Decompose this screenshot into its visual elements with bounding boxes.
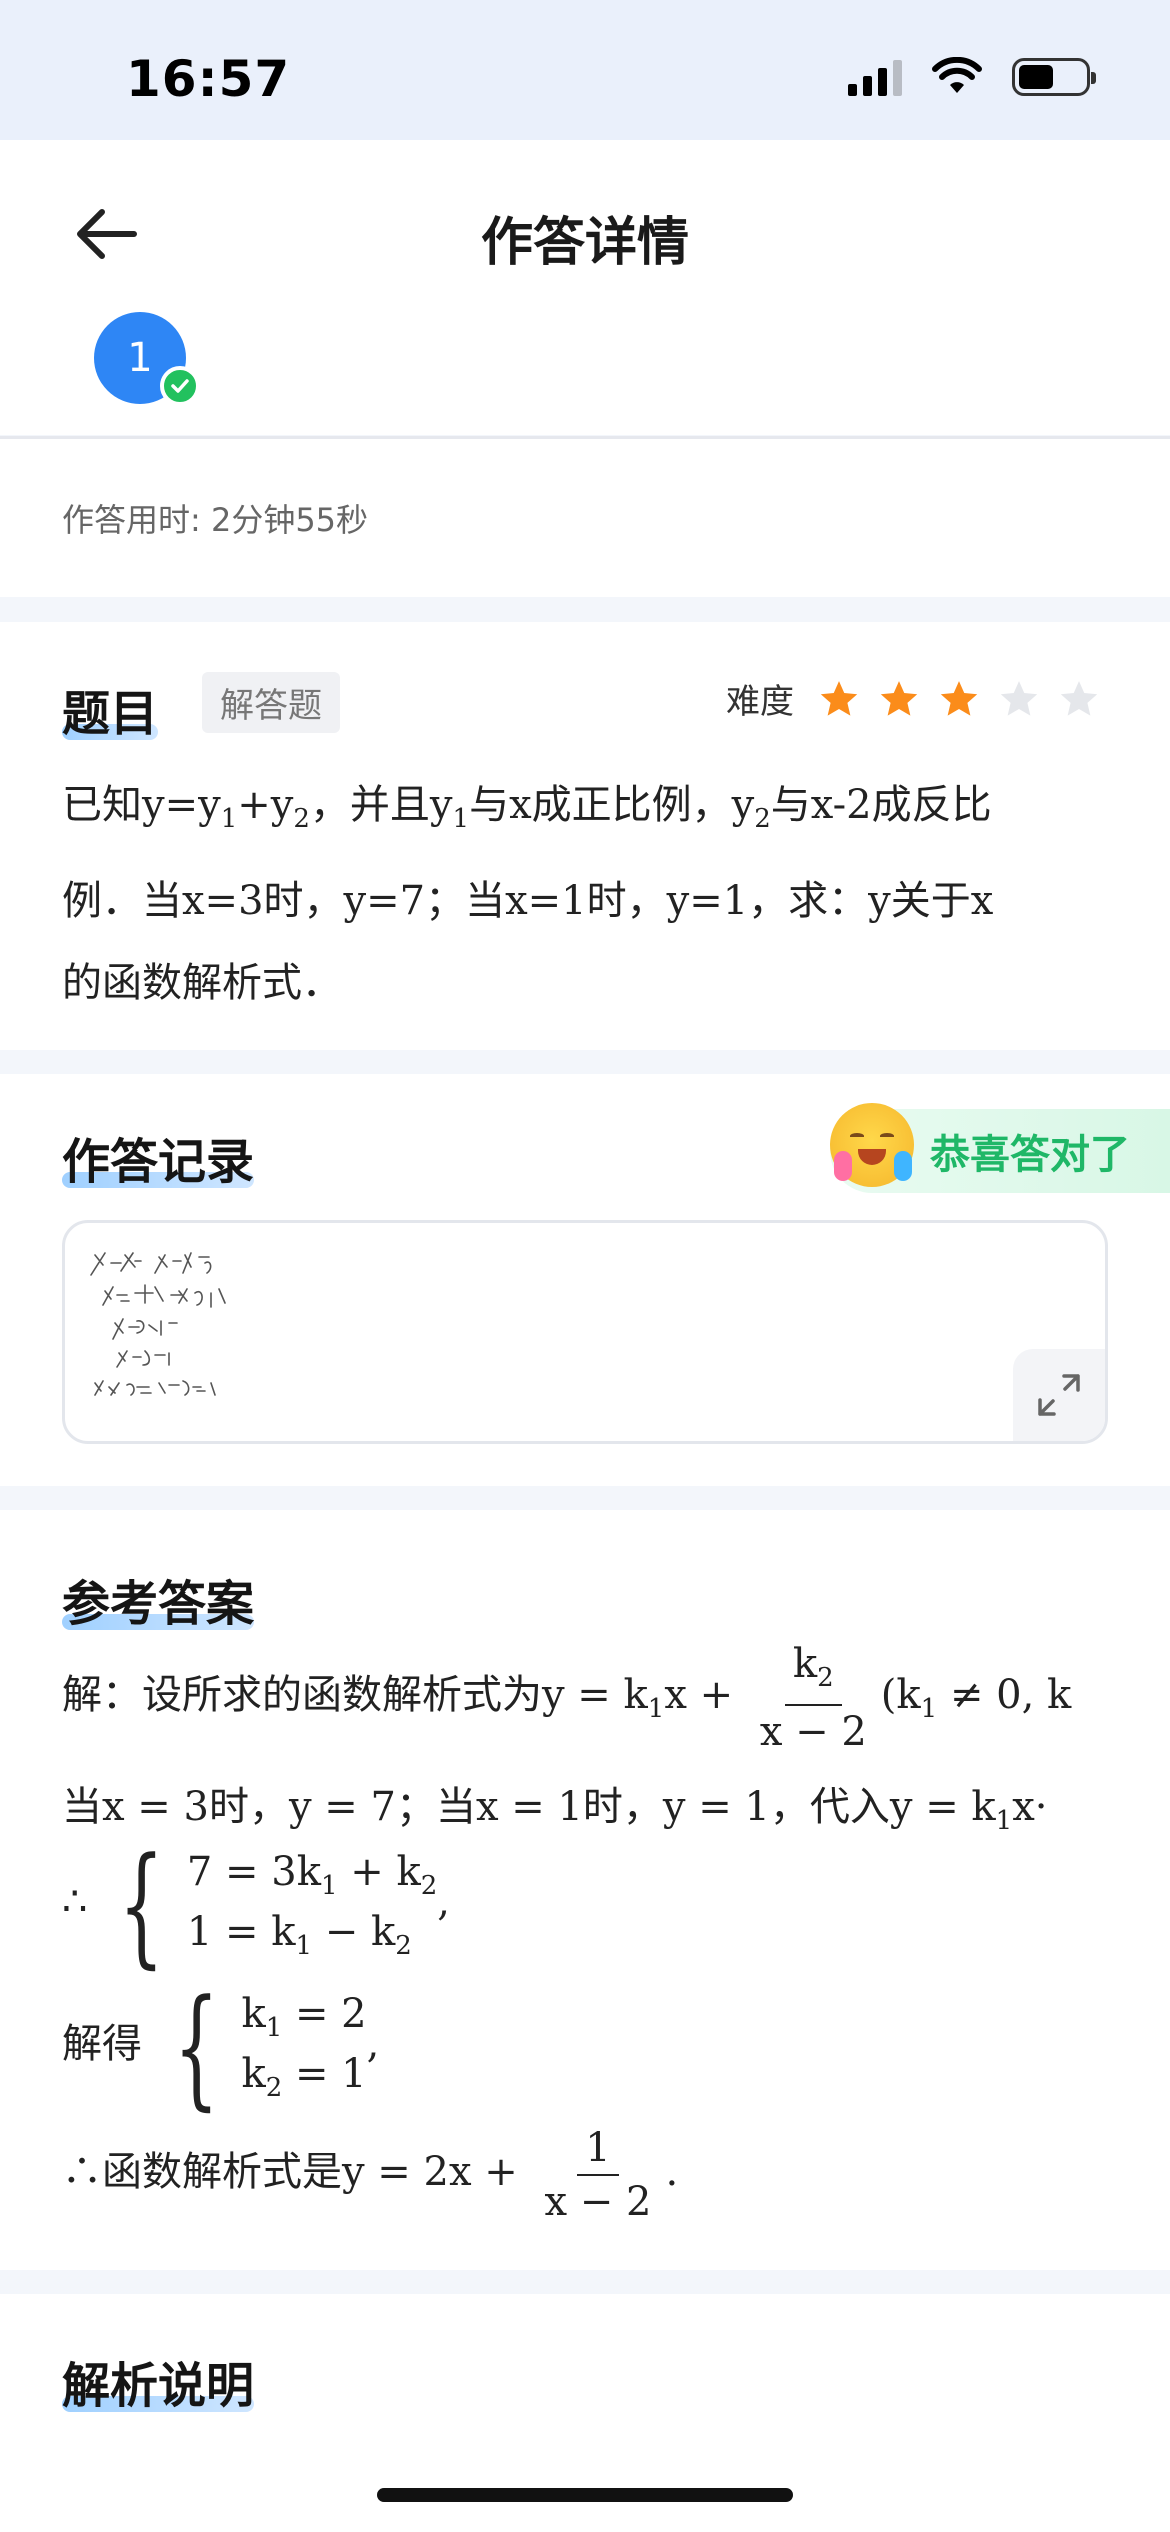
question-type-tag: 解答题 (202, 672, 340, 733)
status-icons (848, 55, 1096, 99)
correct-text: 恭喜答对了 (930, 1132, 1130, 1178)
question-line-2: 例．当x=3时，y=7；当x=1时，y=1，求：y关于x (62, 878, 994, 924)
analysis-title: 解析说明 (62, 2358, 255, 2414)
question-card: 题目 解答题 难度 已知y=y1+y2，并且y1与x成正比例，y2与x-2成反比… (0, 622, 1170, 1050)
question-body: 已知y=y1+y2，并且y1与x成正比例，y2与x-2成反比 例．当x=3时，y… (62, 764, 1112, 1024)
question-line-3: 的函数解析式． (62, 960, 342, 1006)
answer-time-row: 作答用时: 2分钟55秒 (0, 439, 1170, 597)
star-empty-icon (1060, 680, 1098, 716)
record-title: 作答记录 (62, 1134, 255, 1190)
happy-emoji-icon (830, 1103, 914, 1187)
expand-icon (1038, 1374, 1080, 1416)
handwriting-canvas[interactable] (62, 1220, 1108, 1444)
final-answer: ∴函数解析式是y = 2x + 1x − 2. (62, 2122, 678, 2228)
expand-button[interactable] (1013, 1349, 1105, 1441)
fraction: 1x − 2 (537, 2122, 660, 2228)
answer-line-2: 当x = 3时，y = 7；当x = 1时，y = 1，代入y = k1x· (62, 1784, 1048, 1836)
reference-answer-title: 参考答案 (62, 1576, 255, 1632)
difficulty-label: 难度 (726, 682, 794, 722)
wifi-icon (932, 57, 982, 93)
question-title: 题目 (62, 686, 159, 742)
star-icon (880, 680, 918, 716)
star-icon (820, 680, 858, 716)
answer-line-1: 解：设所求的函数解析式为y = k1x + k2 x − 2 (k1 ≠ 0, k (62, 1638, 1071, 1758)
page-title: 作答详情 (480, 213, 689, 273)
status-time: 16:57 (126, 50, 291, 108)
equation-system-1: ∴ { 7 = 3k1 + k2 1 = k1 − k2 , (62, 1829, 450, 1981)
check-icon (160, 366, 200, 406)
reference-answer-card: 参考答案 解：设所求的函数解析式为y = k1x + k2 x − 2 (k1 ≠ … (0, 1510, 1170, 2270)
answer-record-card: 作答记录 恭喜答对了 (0, 1074, 1170, 1486)
equation-system-2: 解得 { k1 = 2 k2 = 1 , (62, 1971, 380, 2123)
fraction: k2 x − 2 (752, 1638, 875, 1758)
difficulty-rating: 难度 (726, 674, 1100, 723)
header: 作答详情 1 (0, 140, 1170, 435)
question-line-1: 已知y=y1+y2，并且y1与x成正比例，y2与x-2成反比 (62, 782, 992, 834)
handwriting-scribble (90, 1252, 226, 1396)
home-indicator[interactable] (377, 2488, 793, 2502)
answer-time-label: 作答用时: 2分钟55秒 (62, 501, 369, 539)
star-icon (940, 680, 978, 716)
star-empty-icon (1000, 680, 1038, 716)
status-bar: 16:57 (0, 0, 1170, 140)
signal-icon (848, 58, 902, 96)
battery-icon (1012, 58, 1096, 96)
correct-badge: 恭喜答对了 (830, 1103, 1170, 1193)
